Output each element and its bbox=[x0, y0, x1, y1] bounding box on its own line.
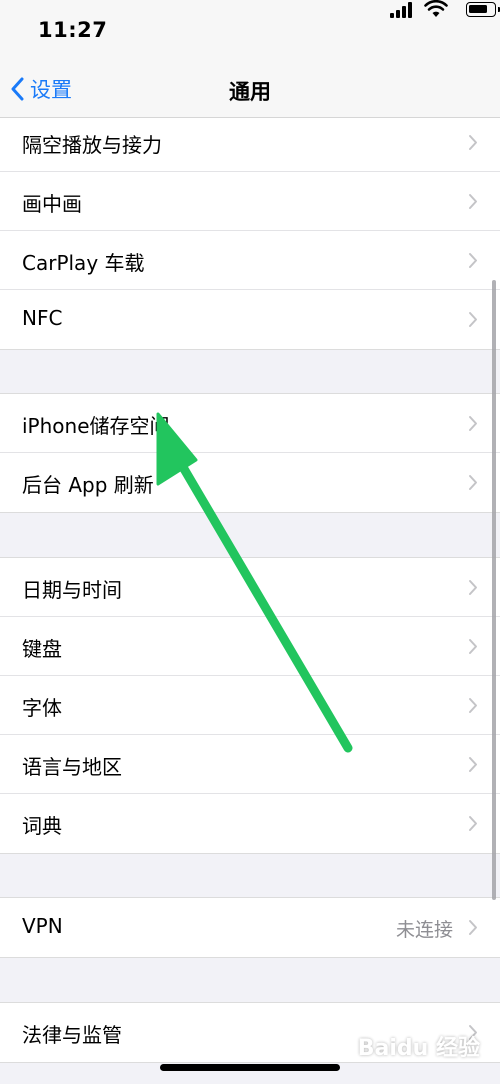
settings-row-background-app-refresh[interactable]: 后台 App 刷新 bbox=[0, 453, 500, 512]
settings-row-carplay[interactable]: CarPlay 车载 bbox=[0, 231, 500, 290]
chevron-right-icon bbox=[469, 312, 477, 327]
row-label: 画中画 bbox=[22, 192, 82, 216]
settings-row-vpn[interactable]: VPN 未连接 bbox=[0, 898, 500, 957]
row-label: 隔空播放与接力 bbox=[22, 133, 162, 157]
settings-row-picture-in-picture[interactable]: 画中画 bbox=[0, 172, 500, 231]
settings-row-airplay-handoff[interactable]: 隔空播放与接力 bbox=[0, 113, 500, 172]
chevron-right-icon bbox=[469, 698, 477, 713]
settings-group-regional: 日期与时间 键盘 字体 语言与地区 词典 bbox=[0, 557, 500, 854]
chevron-right-icon bbox=[469, 757, 477, 772]
home-indicator[interactable] bbox=[160, 1064, 340, 1071]
scroll-indicator[interactable] bbox=[492, 280, 496, 900]
row-label: 后台 App 刷新 bbox=[22, 473, 154, 497]
vpn-status-value: 未连接 bbox=[395, 919, 453, 941]
baidu-watermark: Baidu 经验 bbox=[357, 1036, 480, 1061]
settings-row-fonts[interactable]: 字体 bbox=[0, 676, 500, 735]
chevron-right-icon bbox=[469, 194, 477, 209]
settings-row-keyboard[interactable]: 键盘 bbox=[0, 617, 500, 676]
chevron-right-icon bbox=[469, 135, 477, 150]
battery-icon bbox=[466, 2, 500, 17]
wifi-icon bbox=[424, 0, 448, 17]
status-time: 11:27 bbox=[38, 18, 108, 42]
chevron-right-icon bbox=[469, 253, 477, 268]
settings-row-nfc[interactable]: NFC bbox=[0, 290, 500, 349]
chevron-right-icon bbox=[469, 639, 477, 654]
status-bar-overlay: 11:27 bbox=[0, 0, 500, 60]
settings-row-dictionary[interactable]: 词典 bbox=[0, 794, 500, 853]
settings-group-vpn: VPN 未连接 bbox=[0, 897, 500, 958]
settings-row-date-time[interactable]: 日期与时间 bbox=[0, 558, 500, 617]
chevron-right-icon bbox=[469, 920, 477, 935]
chevron-right-icon bbox=[469, 816, 477, 831]
row-label: CarPlay 车载 bbox=[22, 251, 145, 275]
row-label: 词典 bbox=[22, 814, 62, 838]
row-label: 语言与地区 bbox=[22, 755, 122, 779]
row-label: iPhone储存空间 bbox=[22, 414, 170, 438]
row-label: VPN bbox=[22, 914, 63, 938]
row-label: 键盘 bbox=[22, 637, 62, 661]
row-label: 字体 bbox=[22, 696, 62, 720]
cellular-signal-icon bbox=[390, 2, 412, 18]
settings-row-iphone-storage[interactable]: iPhone储存空间 bbox=[0, 394, 500, 453]
settings-group-storage: iPhone储存空间 后台 App 刷新 bbox=[0, 393, 500, 513]
chevron-right-icon bbox=[469, 580, 477, 595]
navigation-bar-overlay: 设置 通用 bbox=[0, 60, 500, 118]
row-label: NFC bbox=[22, 306, 63, 330]
settings-row-language-region[interactable]: 语言与地区 bbox=[0, 735, 500, 794]
row-label: 法律与监管 bbox=[22, 1023, 122, 1047]
chevron-right-icon bbox=[469, 475, 477, 490]
settings-group-connectivity: 隔空播放与接力 画中画 CarPlay 车载 NFC bbox=[0, 113, 500, 350]
row-label: 日期与时间 bbox=[22, 578, 122, 602]
page-title: 通用 bbox=[229, 80, 271, 104]
chevron-right-icon bbox=[469, 416, 477, 431]
